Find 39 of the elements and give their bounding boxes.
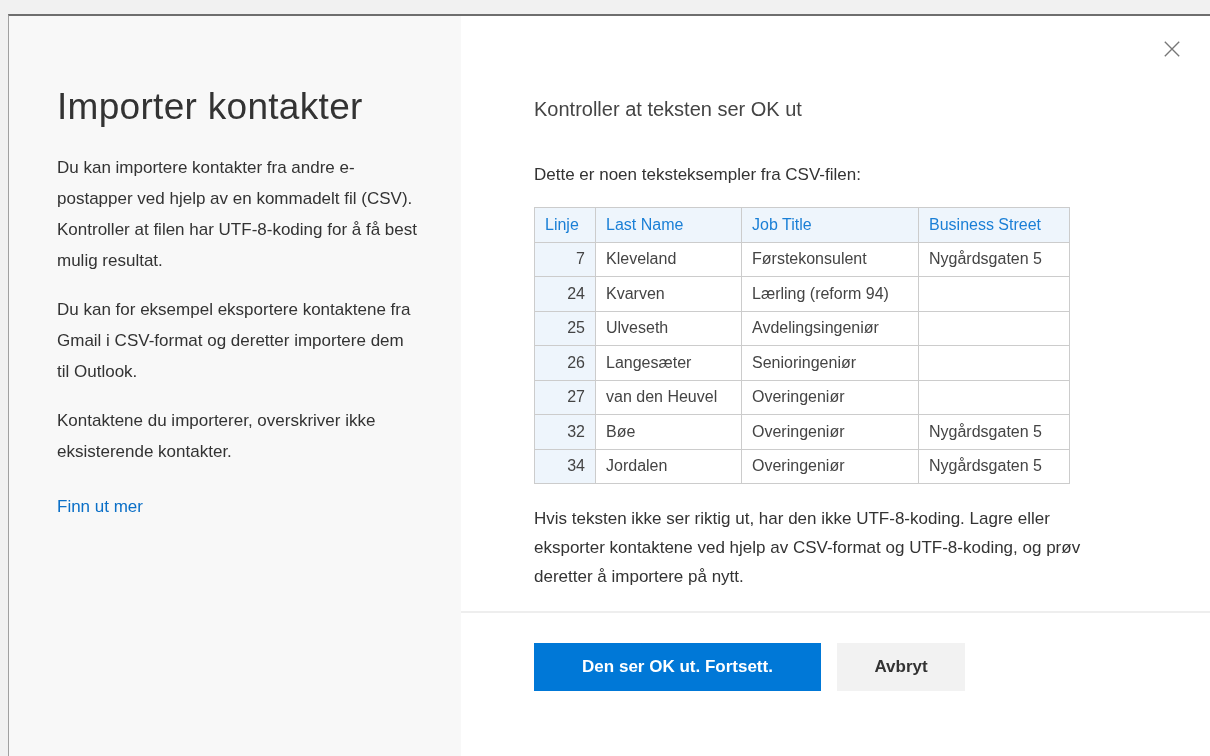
- table-cell: 27: [534, 380, 596, 415]
- paragraph: Dette er noen teksteksempler fra CSV-filen:: [534, 165, 862, 185]
- table-cell: Jordalen: [595, 449, 742, 484]
- table-cell: 7: [534, 242, 596, 277]
- table-cell: Senioringeniør: [741, 345, 919, 380]
- table-cell: Overingeniør: [741, 414, 919, 449]
- column-header: Linje: [534, 207, 596, 242]
- table-cell: Nygårdsgaten 5: [918, 414, 1070, 449]
- table-cell: Kleveland: [595, 242, 742, 277]
- table-cell: van den Heuvel: [595, 380, 742, 415]
- table-cell: Førstekonsulent: [741, 242, 919, 277]
- table-cell: Ulveseth: [595, 311, 742, 346]
- continue-button[interactable]: Den ser OK ut. Fortsett.: [534, 643, 821, 691]
- table-cell: Nygårdsgaten 5: [918, 242, 1070, 277]
- table-cell: Langesæter: [595, 345, 742, 380]
- table-cell: 32: [534, 414, 596, 449]
- paragraph: Kontaktene du importerer, overskriver ikke eksisterende kontakter.: [57, 410, 377, 463]
- table-cell: 34: [534, 449, 596, 484]
- table-cell: Bøe: [595, 414, 742, 449]
- table-cell: 24: [534, 276, 596, 311]
- paragraph: Hvis teksten ikke ser riktig ut, har den ikke UTF-8-koding. Lagre eller eksporter kontaktene ved hjelp av CSV-format og UTF-8-koding, og prøv deretter å importere på nytt.: [534, 508, 1082, 588]
- heading: Kontroller at teksten ser OK ut: [534, 98, 803, 121]
- dialog-title: Importer kontakter: [57, 86, 364, 128]
- learn-more-link[interactable]: Finn ut mer: [57, 497, 143, 517]
- column-header: Business Street: [918, 207, 1070, 242]
- table-cell: Avdelingsingeniør: [741, 311, 919, 346]
- table-cell: Nygårdsgaten 5: [918, 449, 1070, 484]
- table-cell: 25: [534, 311, 596, 346]
- table-cell: Kvarven: [595, 276, 742, 311]
- column-header: Last Name: [595, 207, 742, 242]
- paragraph: Du kan importere kontakter fra andre e-postapper ved hjelp av en kommadelt fil (CSV). Kontroller at filen har UTF-8-koding for å få best mulig resultat.: [57, 157, 417, 272]
- table-cell: Overingeniør: [741, 449, 919, 484]
- table-cell: Overingeniør: [741, 380, 919, 415]
- cancel-button[interactable]: Avbryt: [837, 643, 965, 691]
- table-cell: Lærling (reform 94): [741, 276, 919, 311]
- table-cell: 26: [534, 345, 596, 380]
- column-header: Job Title: [741, 207, 919, 242]
- close-icon[interactable]: [1163, 40, 1181, 58]
- paragraph: Du kan for eksempel eksportere kontaktene fra Gmail i CSV-format og deretter importere dem til Outlook.: [57, 299, 412, 383]
